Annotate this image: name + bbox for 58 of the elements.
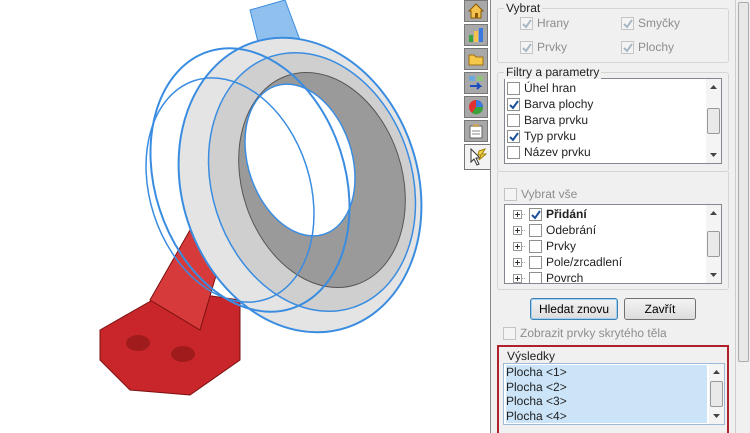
panel-tab[interactable]	[464, 144, 491, 170]
scroll-up-icon[interactable]	[710, 211, 717, 215]
scrollbar[interactable]	[709, 364, 724, 424]
result-item[interactable]: Plocha <2>	[506, 380, 707, 394]
home-icon	[468, 3, 484, 19]
group-title: Filtry a parametry	[504, 65, 602, 79]
checkbox[interactable]	[529, 208, 542, 220]
checkbox-label: Vybrat vše	[521, 186, 578, 203]
list-item: Barva plochy	[524, 96, 594, 113]
scroll-up-icon[interactable]	[713, 370, 720, 374]
checkbox[interactable]	[529, 256, 542, 268]
list-item: Název prvku	[524, 144, 591, 161]
chart-icon	[468, 27, 484, 43]
checkbox[interactable]	[507, 130, 520, 142]
group-title: Výsledky	[505, 349, 558, 363]
checkbox[interactable]	[529, 272, 542, 283]
checkbox-label: Smyčky	[638, 15, 680, 32]
tree-item[interactable]: Prvky	[546, 237, 576, 255]
checkbox-label: Prvky	[537, 39, 567, 56]
expand-icon[interactable]	[513, 274, 525, 282]
checkbox-label: Plochy	[638, 39, 674, 56]
result-item[interactable]: Plocha <3>	[506, 394, 707, 408]
scrollbar[interactable]	[735, 0, 750, 433]
checkbox-label: Zobrazit prvky skrytého těla	[520, 325, 667, 342]
panel-tab[interactable]	[464, 120, 488, 142]
close-button[interactable]: Zavřít	[624, 298, 696, 320]
scrollbar[interactable]	[706, 205, 721, 283]
scroll-up-icon[interactable]	[710, 85, 717, 89]
checkbox[interactable]	[507, 146, 520, 158]
scrollbar[interactable]	[706, 79, 721, 163]
scroll-down-icon[interactable]	[710, 273, 717, 277]
tree-item[interactable]: Odebrání	[546, 221, 596, 239]
checkbox[interactable]	[529, 224, 542, 236]
list-item: Úhel hran	[524, 80, 576, 97]
list-item: Barva prvku	[524, 112, 588, 129]
cursor-icon	[469, 148, 487, 166]
tree-item[interactable]: Pole/zrcadlení	[546, 253, 622, 271]
checkbox[interactable]	[507, 114, 520, 126]
tree-item[interactable]: Povrch	[546, 269, 584, 283]
expand-icon[interactable]	[513, 242, 525, 250]
result-item[interactable]: Plocha <1>	[506, 365, 707, 380]
list-item: Typ prvku	[524, 128, 576, 145]
scroll-down-icon[interactable]	[713, 414, 720, 418]
color-ball-icon	[468, 99, 484, 115]
group-title: Vybrat	[504, 1, 542, 15]
scroll-down-icon[interactable]	[710, 153, 717, 157]
checkbox[interactable]	[507, 98, 520, 110]
expand-icon[interactable]	[513, 226, 525, 234]
tree-item[interactable]: Přidání	[546, 205, 587, 223]
result-item[interactable]: Plocha <4>	[506, 408, 707, 423]
checkbox-label: Hrany	[537, 15, 570, 32]
expand-icon[interactable]	[513, 210, 525, 218]
expand-icon[interactable]	[513, 258, 525, 266]
clipboard-icon	[468, 123, 484, 139]
transfer-icon	[468, 75, 484, 91]
checkbox[interactable]	[507, 82, 520, 94]
search-again-button[interactable]: Hledat znovu	[530, 298, 618, 320]
checkbox[interactable]	[529, 240, 542, 252]
